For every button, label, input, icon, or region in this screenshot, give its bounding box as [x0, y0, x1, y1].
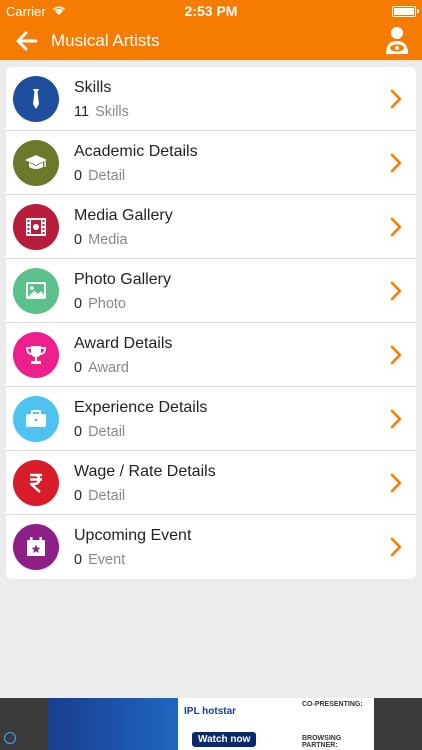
- chevron-right-icon[interactable]: [390, 409, 402, 429]
- row-count: 0 Detail: [74, 168, 125, 184]
- row-count-value: 0: [74, 424, 83, 440]
- chevron-right-icon[interactable]: [390, 217, 402, 237]
- row-count-unit: Detail: [88, 424, 126, 440]
- briefcase-icon: [26, 410, 46, 427]
- row-count-value: 0: [74, 488, 83, 504]
- row-count: 0 Media: [74, 232, 128, 248]
- row-title: Award Details: [74, 335, 173, 352]
- graduation-cap-icon: [25, 155, 47, 169]
- row-count-unit: Skills: [95, 104, 129, 120]
- row-count: 0 Detail: [74, 488, 125, 504]
- row-count-value: 0: [74, 168, 83, 184]
- list-item[interactable]: Photo Gallery 0 Photo: [6, 259, 416, 323]
- profile-view-icon[interactable]: [384, 26, 410, 56]
- chevron-right-icon[interactable]: [390, 281, 402, 301]
- row-count-unit: Award: [88, 360, 129, 376]
- chevron-right-icon[interactable]: [390, 345, 402, 365]
- list-item[interactable]: Upcoming Event 0 Event: [6, 515, 416, 579]
- status-bar: Carrier 2:53 PM: [0, 0, 422, 22]
- row-icon-badge: [13, 140, 59, 186]
- row-title: Media Gallery: [74, 207, 173, 224]
- details-list: Skills 11 Skills Academic Details 0 Detail Med…: [6, 67, 416, 579]
- film-icon: [26, 218, 46, 236]
- chevron-right-icon[interactable]: [390, 537, 402, 557]
- row-count-unit: Detail: [88, 488, 126, 504]
- row-count-unit: Media: [88, 232, 128, 248]
- chevron-right-icon[interactable]: [390, 153, 402, 173]
- row-count-value: 11: [74, 104, 90, 120]
- ad-cta-button[interactable]: Watch now: [192, 732, 257, 747]
- row-title: Skills: [74, 79, 112, 96]
- row-count-unit: Photo: [88, 296, 126, 312]
- row-icon-badge: [13, 76, 59, 122]
- row-count: 0 Event: [74, 552, 125, 568]
- ad-players-image: [48, 698, 178, 750]
- list-item[interactable]: Media Gallery 0 Media: [6, 195, 416, 259]
- row-icon-badge: [13, 524, 59, 570]
- page-title: Musical Artists: [51, 31, 160, 50]
- row-title: Experience Details: [74, 399, 208, 416]
- tie-icon: [33, 89, 39, 109]
- row-icon-badge: [13, 268, 59, 314]
- row-count: 0 Detail: [74, 424, 125, 440]
- ad-copresenting-label: CO-PRESENTING:: [302, 701, 363, 708]
- row-title: Upcoming Event: [74, 527, 192, 544]
- status-time: 2:53 PM: [184, 3, 238, 19]
- list-item[interactable]: Award Details 0 Award: [6, 323, 416, 387]
- row-count-value: 0: [74, 296, 83, 312]
- list-item[interactable]: Experience Details 0 Detail: [6, 387, 416, 451]
- row-count: 0 Award: [74, 360, 129, 376]
- row-count-value: 0: [74, 552, 83, 568]
- rupee-icon: [29, 473, 42, 493]
- list-item[interactable]: Skills 11 Skills: [6, 67, 416, 131]
- ad-streaming-label: BROWSING PARTNER:: [302, 735, 342, 749]
- info-icon[interactable]: [4, 732, 16, 744]
- row-title: Wage / Rate Details: [74, 463, 216, 480]
- row-title: Photo Gallery: [74, 271, 171, 288]
- row-count-unit: Detail: [88, 168, 126, 184]
- row-icon-badge: [13, 204, 59, 250]
- row-count-unit: Event: [88, 552, 126, 568]
- row-count: 11 Skills: [74, 104, 129, 120]
- row-count-value: 0: [74, 232, 83, 248]
- row-icon-badge: [13, 396, 59, 442]
- calendar-star-icon: [27, 537, 45, 556]
- row-count: 0 Photo: [74, 296, 126, 312]
- nav-bar: Musical Artists: [0, 22, 422, 60]
- list-item[interactable]: Wage / Rate Details 0 Detail: [6, 451, 416, 515]
- row-icon-badge: [13, 332, 59, 378]
- battery-icon: [392, 6, 419, 17]
- chevron-right-icon[interactable]: [390, 473, 402, 493]
- row-title: Academic Details: [74, 143, 198, 160]
- ad-creative[interactable]: IPL hotstar Watch now CO-PRESENTING: BRO…: [48, 698, 374, 750]
- chevron-right-icon[interactable]: [390, 89, 402, 109]
- list-item[interactable]: Academic Details 0 Detail: [6, 131, 416, 195]
- trophy-icon: [26, 346, 46, 364]
- row-count-value: 0: [74, 360, 83, 376]
- back-arrow-icon[interactable]: [14, 28, 40, 54]
- ad-banner[interactable]: IPL hotstar Watch now CO-PRESENTING: BRO…: [0, 698, 422, 750]
- row-icon-badge: [13, 460, 59, 506]
- image-icon: [26, 282, 46, 299]
- ad-brand: IPL hotstar: [184, 706, 237, 717]
